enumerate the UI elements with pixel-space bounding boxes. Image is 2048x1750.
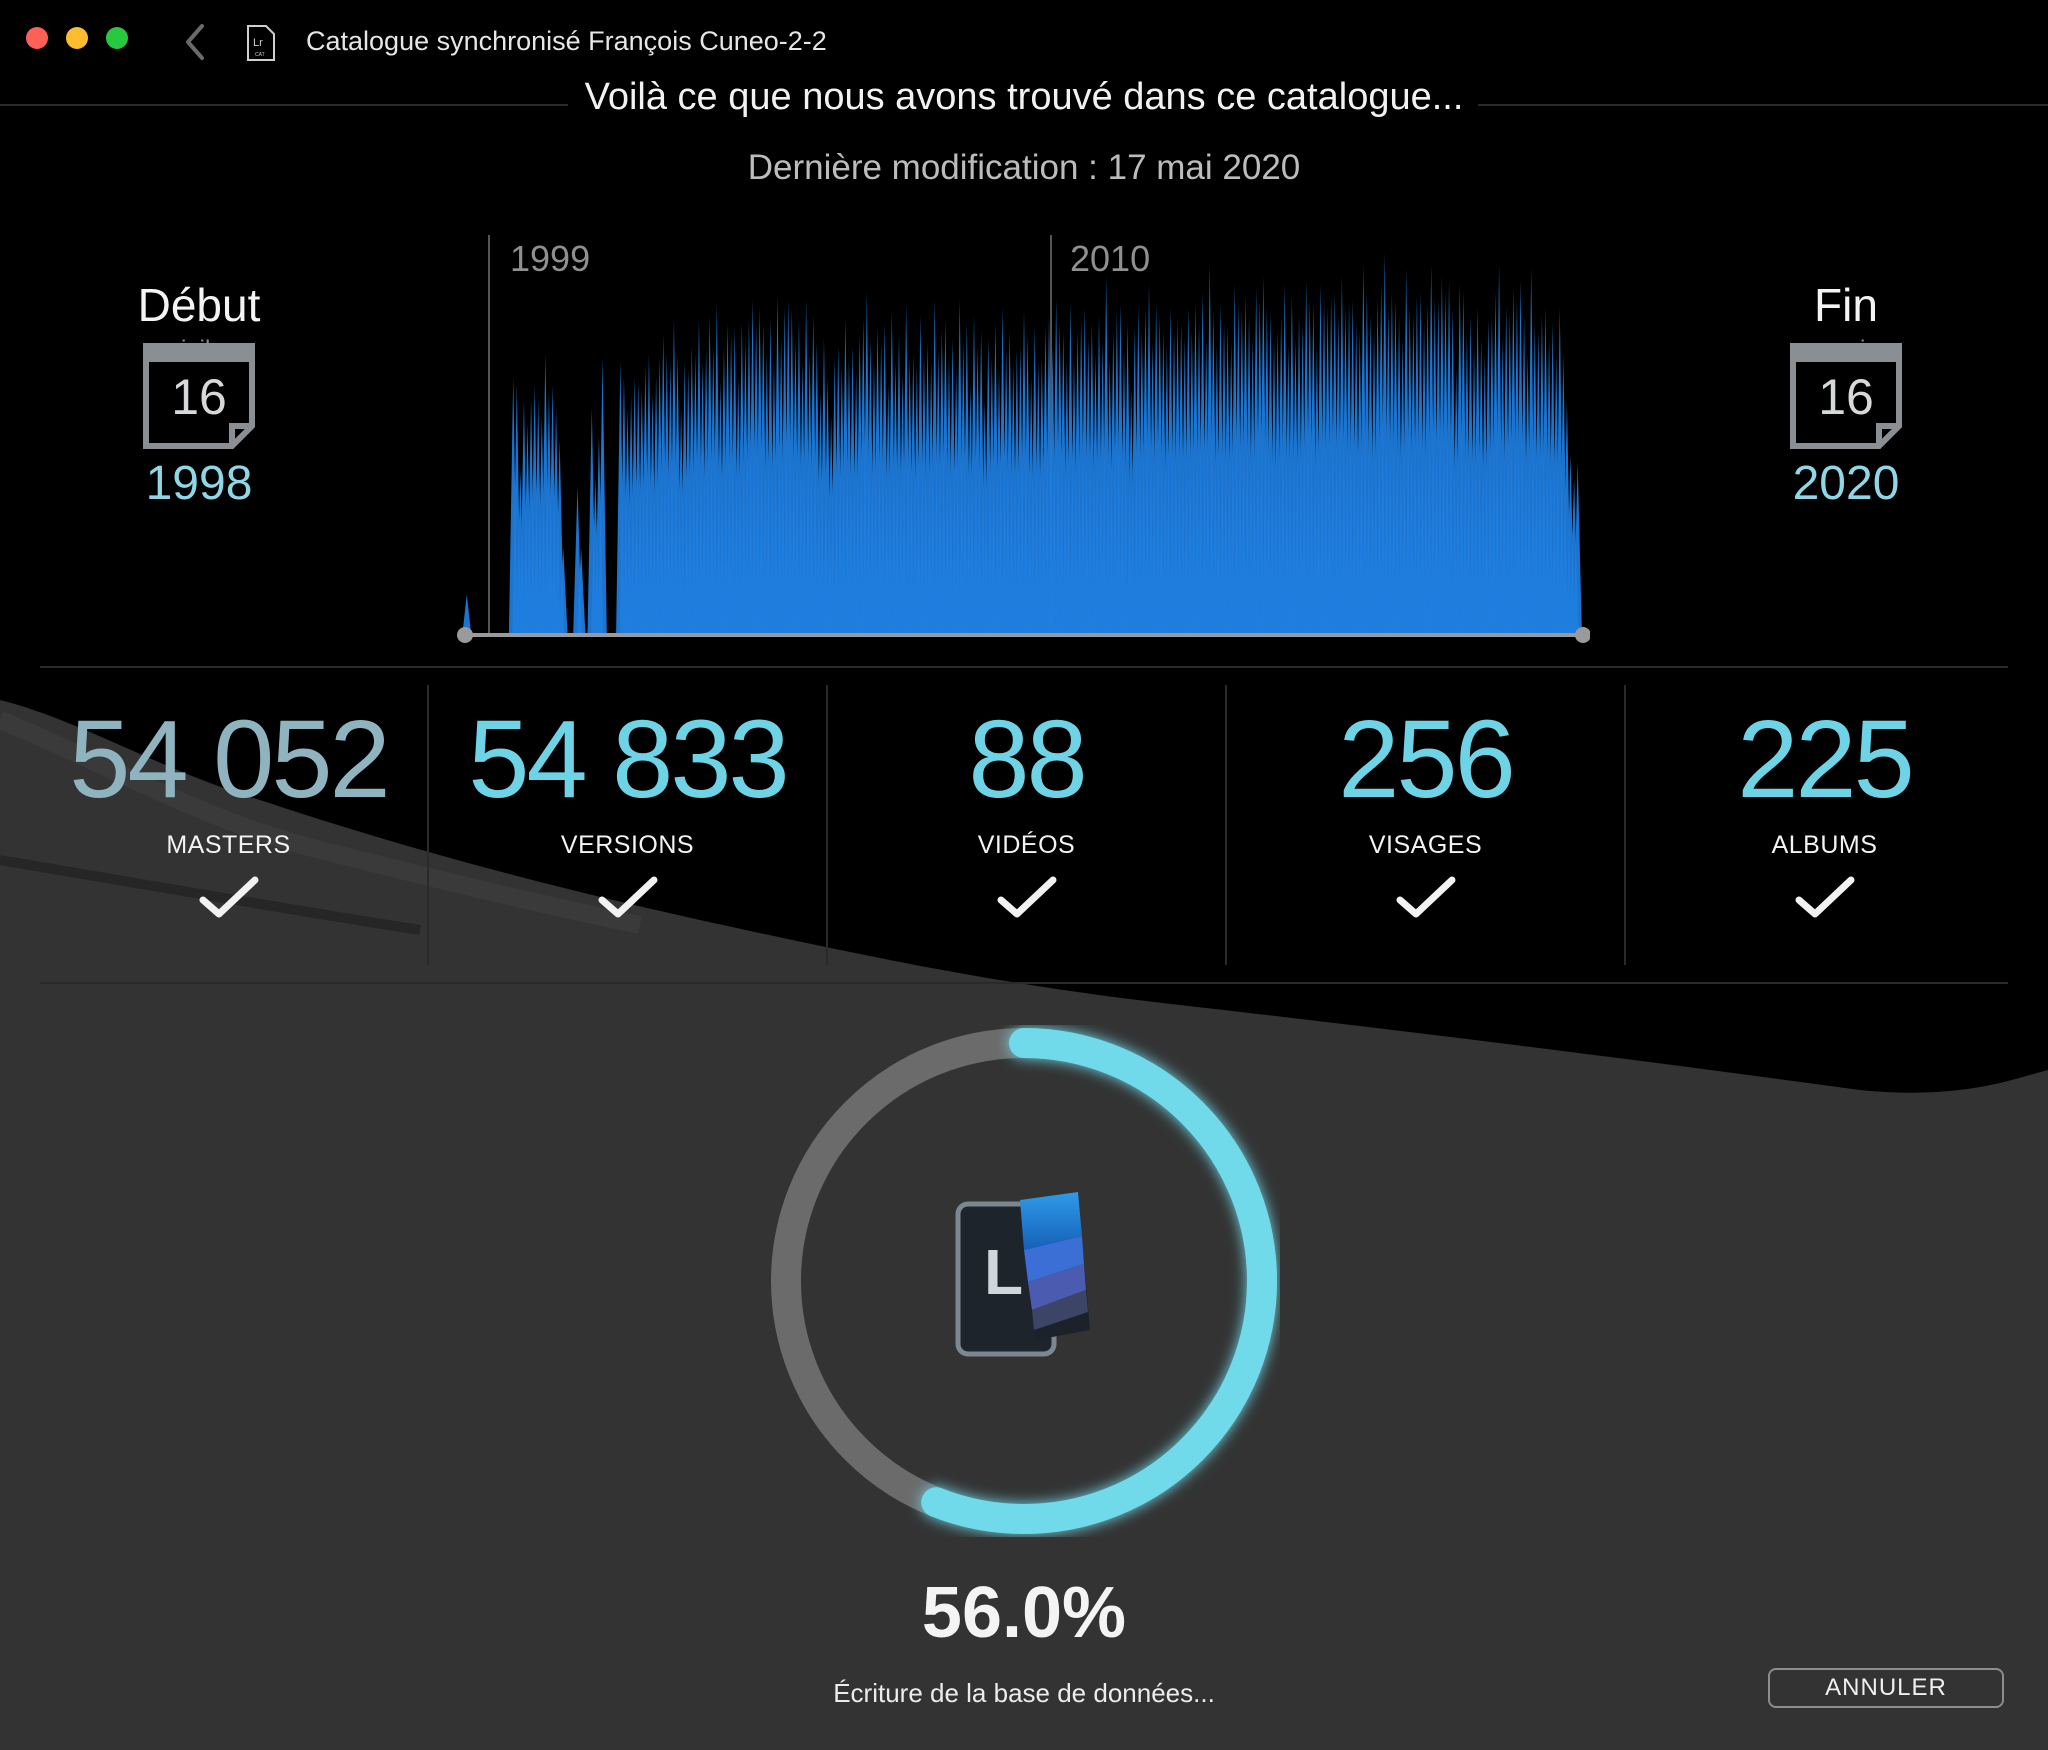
end-date: Fin mai 16 2020 — [1736, 278, 1956, 511]
stat-label: ALBUMS — [1771, 831, 1878, 859]
stat-videos: 88 VIDÉOS — [828, 685, 1225, 965]
checkmark-icon — [1795, 876, 1854, 918]
end-day: 16 — [1818, 369, 1874, 425]
catalog-stats: 54 052 MASTERS 54 833 VERSIONS 88 VIDÉOS… — [30, 685, 2018, 965]
stat-label: MASTERS — [166, 831, 291, 859]
start-day: 16 — [171, 369, 227, 425]
back-button[interactable] — [180, 22, 210, 62]
title-bar: Lr CAT Catalogue synchronisé François Cu… — [0, 0, 2048, 84]
checkmark-icon — [1396, 876, 1455, 918]
start-date: Début juil. 16 1998 — [89, 278, 309, 511]
doc-icon-label: Lr — [253, 37, 263, 49]
catalog-file-icon: Lr CAT — [246, 24, 276, 62]
start-month: juil. — [180, 336, 217, 363]
end-year: 2020 — [1792, 457, 1900, 510]
stat-label: VISAGES — [1368, 831, 1483, 859]
calendar-icon: mai 16 — [1789, 336, 1903, 450]
end-month: mai — [1826, 336, 1866, 363]
timeline-start-handle[interactable] — [457, 627, 473, 643]
stat-value: 54 833 — [468, 698, 789, 821]
photo-timeline-histogram[interactable]: 1999 2010 — [440, 225, 1590, 645]
stat-label: VIDÉOS — [977, 831, 1076, 859]
window-title: Catalogue synchronisé François Cuneo-2-2 — [306, 26, 827, 56]
calendar-icon: juil. 16 — [142, 336, 256, 450]
stat-versions: 54 833 VERSIONS — [429, 685, 826, 965]
doc-icon-sub: CAT — [255, 52, 265, 58]
zoom-window-button[interactable] — [106, 27, 128, 49]
start-year: 1998 — [145, 457, 253, 510]
checkmark-icon — [997, 876, 1056, 918]
stat-albums: 225 ALBUMS — [1626, 685, 2023, 965]
chevron-left-icon — [186, 24, 204, 60]
start-date-label: Début — [137, 279, 261, 331]
app-window: Lr CAT Catalogue synchronisé François Cu… — [0, 0, 2048, 1750]
marker-label-1999: 1999 — [510, 238, 590, 279]
close-window-button[interactable] — [26, 27, 48, 49]
stat-value: 54 052 — [69, 698, 390, 821]
page-headline: Voilà ce que nous avons trouvé dans ce c… — [584, 76, 1464, 118]
histogram-bars — [462, 252, 1582, 633]
progress-percent: 56.0% — [921, 1573, 1127, 1653]
marker-label-2010: 2010 — [1070, 238, 1150, 279]
checkmark-icon — [199, 876, 258, 918]
minimize-window-button[interactable] — [66, 27, 88, 49]
last-modified-text: Dernière modification : 17 mai 2020 — [747, 148, 1301, 187]
stats-divider-bottom — [40, 982, 2008, 984]
stats-divider-top — [40, 666, 2008, 668]
stat-value: 225 — [1737, 698, 1915, 821]
stat-label: VERSIONS — [560, 831, 695, 859]
svg-text:L: L — [984, 1236, 1023, 1308]
lightroom-migration-app-icon: L — [955, 1192, 1090, 1357]
progress-status: Écriture de la base de données... — [833, 1678, 1215, 1708]
end-date-label: Fin — [1814, 279, 1878, 331]
stat-value: 88 — [968, 698, 1087, 821]
stat-value: 256 — [1338, 698, 1516, 821]
stat-masters: 54 052 MASTERS — [30, 685, 427, 965]
checkmark-icon — [598, 876, 657, 918]
stat-faces: 256 VISAGES — [1227, 685, 1624, 965]
cancel-button[interactable]: ANNULER — [1768, 1668, 2004, 1708]
